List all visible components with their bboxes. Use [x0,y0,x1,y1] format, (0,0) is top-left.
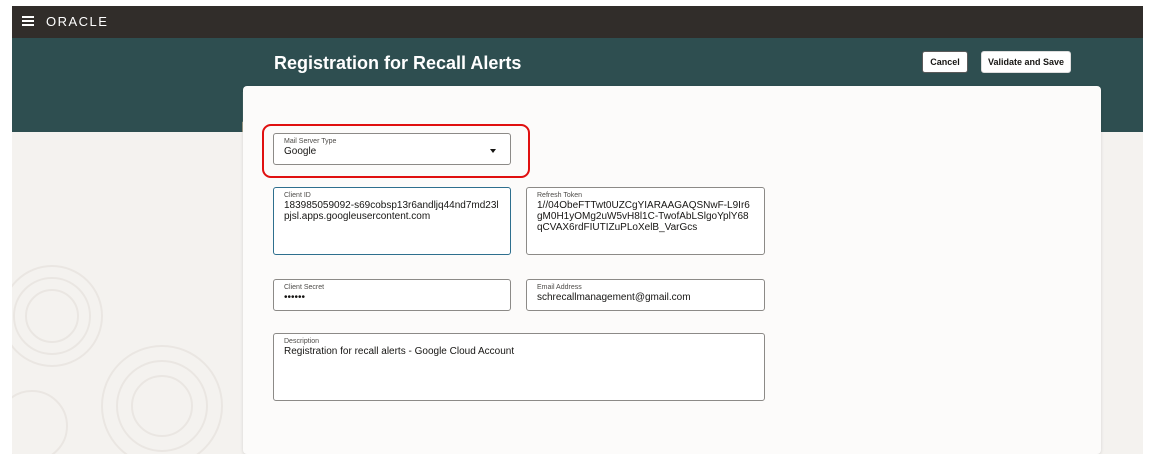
refresh-token-field[interactable]: Refresh Token 1//04ObeFTTwt0UZCgYIARAAGA… [526,187,765,255]
refresh-token-value[interactable]: 1//04ObeFTTwt0UZCgYIARAAGAQSNwF-L9Ir6gM0… [537,200,754,233]
email-address-label: Email Address [537,284,582,291]
email-address-value[interactable]: schrecallmanagement@gmail.com [537,292,754,303]
refresh-token-label: Refresh Token [537,192,583,199]
app-frame: ORACLE Registration for Recall Alerts Ca… [12,6,1143,454]
client-secret-field[interactable]: Client Secret •••••• [273,279,511,311]
cancel-button[interactable]: Cancel [922,51,968,73]
mail-server-type-highlight [262,124,530,178]
hamburger-menu-icon[interactable] [22,16,34,26]
email-address-field[interactable]: Email Address schrecallmanagement@gmail.… [526,279,765,311]
decorative-side-pattern [12,265,223,454]
description-value[interactable]: Registration for recall alerts - Google … [284,346,754,357]
client-id-label: Client ID [284,192,311,199]
description-label: Description [284,338,320,345]
client-secret-label: Client Secret [284,284,325,291]
client-secret-value[interactable]: •••••• [284,292,500,303]
oracle-logo: ORACLE [46,14,109,29]
client-id-value[interactable]: 183985059092-s69cobsp13r6andljq44nd7md23… [284,200,500,222]
client-id-field[interactable]: Client ID 183985059092-s69cobsp13r6andlj… [273,187,511,255]
description-field[interactable]: Description Registration for recall aler… [273,333,765,401]
page-title: Registration for Recall Alerts [274,53,522,73]
validate-and-save-button[interactable]: Validate and Save [981,51,1071,73]
top-navigation-bar: ORACLE [12,6,1143,38]
